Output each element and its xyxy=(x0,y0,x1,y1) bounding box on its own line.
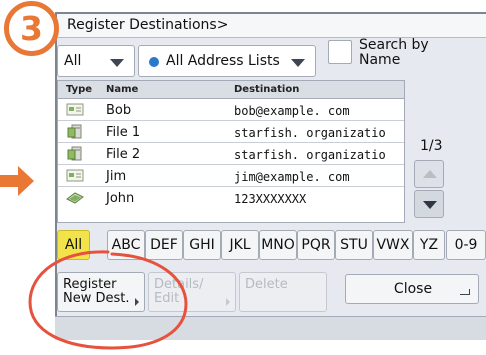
alpha-key-mno[interactable]: MNO xyxy=(259,230,297,260)
file-server-icon xyxy=(67,146,82,161)
chevron-up-icon xyxy=(423,170,437,178)
pointer-arrow-icon xyxy=(0,166,34,196)
address-list-dropdown[interactable]: All Address Lists xyxy=(138,45,316,77)
row-name: John xyxy=(106,191,135,206)
table-row[interactable]: John 123XXXXXXX xyxy=(58,187,404,209)
column-header-name: Name xyxy=(106,84,139,95)
row-destination: starfish. organizatio xyxy=(234,126,386,140)
destination-table: Type Name Destination Bob bob@example. c… xyxy=(57,80,405,223)
chevron-right-icon xyxy=(226,298,230,306)
close-button[interactable]: Close xyxy=(345,274,479,304)
alpha-key-stu[interactable]: STU xyxy=(335,230,373,260)
alpha-key-pqr[interactable]: PQR xyxy=(297,230,335,260)
alpha-key-jkl[interactable]: JKL xyxy=(221,230,259,260)
file-server-icon xyxy=(67,124,82,139)
address-list-icon xyxy=(149,57,159,67)
chevron-down-icon xyxy=(423,201,437,209)
alpha-key-0-9[interactable]: 0-9 xyxy=(446,230,486,260)
alpha-key-vwx[interactable]: VWX xyxy=(373,230,413,260)
email-entry-icon xyxy=(66,169,84,182)
row-destination: bob@example. com xyxy=(234,104,350,118)
table-header: Type Name Destination xyxy=(58,81,404,99)
row-destination: 123XXXXXXX xyxy=(234,192,307,206)
column-header-destination: Destination xyxy=(234,84,300,95)
row-name: File 1 xyxy=(106,125,141,140)
delete-label: Delete xyxy=(245,277,288,292)
chevron-down-icon xyxy=(110,59,124,67)
step-number: 3 xyxy=(20,9,43,48)
page-indicator: 1/3 xyxy=(420,138,443,154)
search-by-name-label: Search by Name xyxy=(359,38,439,68)
highlight-circle-icon xyxy=(28,250,188,350)
column-header-type: Type xyxy=(66,84,93,95)
address-list-value: All Address Lists xyxy=(166,53,280,69)
table-row[interactable]: Jim jim@example. com xyxy=(58,165,404,187)
fax-entry-icon xyxy=(66,192,84,204)
table-row[interactable]: Bob bob@example. com xyxy=(58,99,404,121)
scroll-down-button[interactable] xyxy=(414,190,444,218)
title-bar: Register Destinations> xyxy=(55,12,486,38)
alpha-key-yz[interactable]: YZ xyxy=(413,230,445,260)
search-by-name-checkbox[interactable] xyxy=(328,40,352,64)
row-name: File 2 xyxy=(106,147,141,162)
screenshot-stage: Register Destinations> All All Address L… xyxy=(0,0,486,355)
row-name: Jim xyxy=(106,169,127,184)
window-title: Register Destinations> xyxy=(67,17,229,33)
delete-button[interactable]: Delete xyxy=(239,272,327,312)
chevron-down-icon xyxy=(291,59,305,67)
type-filter-value: All xyxy=(64,53,82,69)
search-by-name-line2: Name xyxy=(359,52,401,68)
search-by-name-line1: Search by xyxy=(359,37,429,53)
row-name: Bob xyxy=(106,103,132,118)
row-destination: jim@example. com xyxy=(234,170,350,184)
type-filter-dropdown[interactable]: All xyxy=(57,45,135,77)
return-arrow-icon xyxy=(460,289,470,295)
step-number-badge: 3 xyxy=(4,1,59,56)
email-entry-icon xyxy=(66,103,84,116)
scroll-up-button[interactable] xyxy=(414,160,444,188)
row-destination: starfish. organizatio xyxy=(234,148,386,162)
table-row[interactable]: File 2 starfish. organizatio xyxy=(58,143,404,165)
table-row[interactable]: File 1 starfish. organizatio xyxy=(58,121,404,143)
